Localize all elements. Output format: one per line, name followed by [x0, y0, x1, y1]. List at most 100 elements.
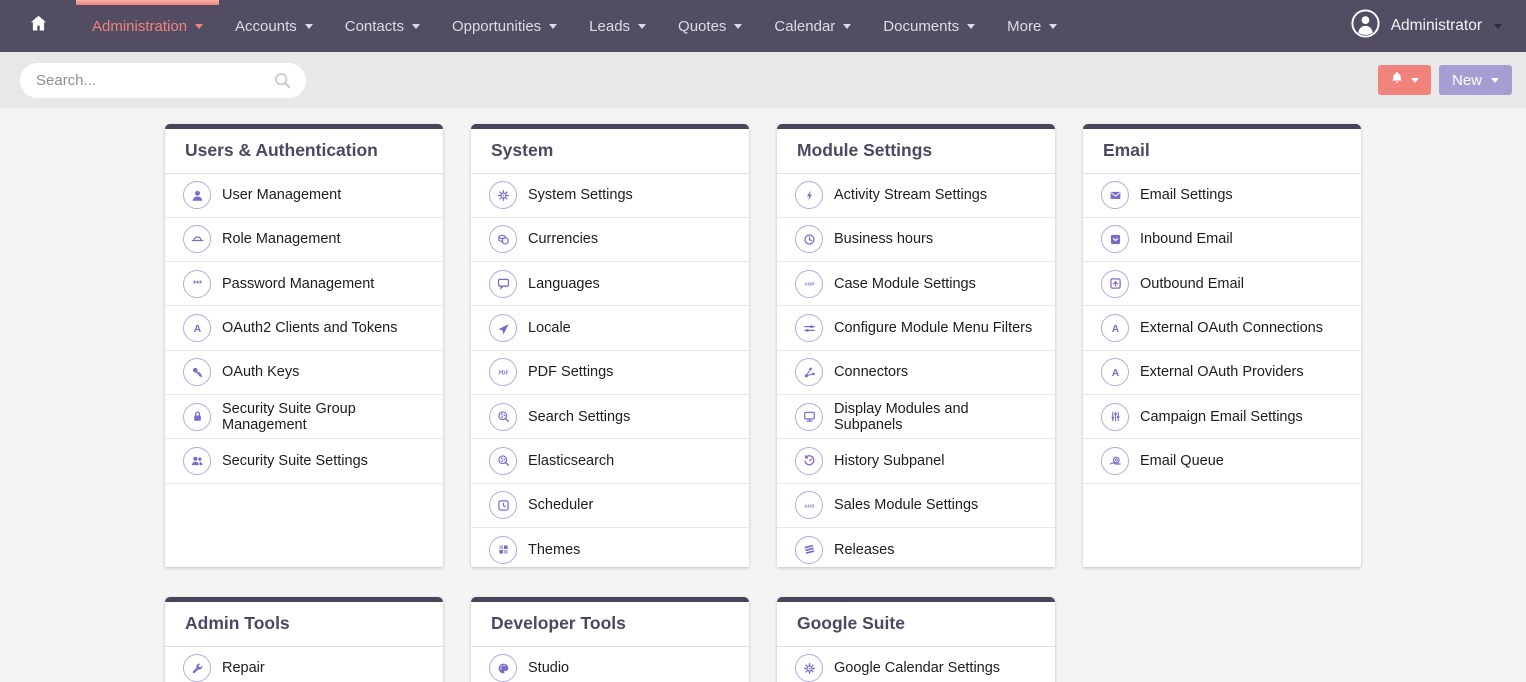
admin-link-system-settings[interactable]: System Settings: [471, 174, 749, 218]
admin-link-label: Display Modules and Subpanels: [834, 401, 1037, 433]
home-button[interactable]: [0, 0, 76, 52]
bell-icon: [1389, 70, 1405, 90]
nav-item-accounts[interactable]: Accounts: [219, 0, 329, 52]
admin-link-label: Sales Module Settings: [834, 497, 978, 513]
share-nodes-icon: [795, 358, 823, 386]
admin-link-business-hours[interactable]: Business hours: [777, 218, 1055, 262]
admin-link-label: Configure Module Menu Filters: [834, 320, 1032, 336]
sliders-horizontal-icon: [795, 314, 823, 342]
nav-item-calendar[interactable]: Calendar: [758, 0, 867, 52]
admin-link-label: Activity Stream Settings: [834, 187, 987, 203]
admin-link-password-management[interactable]: *** Password Management: [165, 262, 443, 306]
admin-link-label: Case Module Settings: [834, 276, 976, 292]
admin-link-security-suite-settings[interactable]: Security Suite Settings: [165, 439, 443, 483]
admin-link-currencies[interactable]: Currencies: [471, 218, 749, 262]
admin-link-campaign-email-settings[interactable]: Campaign Email Settings: [1083, 395, 1361, 439]
user-icon: [183, 181, 211, 209]
nav-item-leads[interactable]: Leads: [573, 0, 662, 52]
admin-link-label: Repair: [222, 660, 265, 676]
admin-link-external-oauth-providers[interactable]: AExternal OAuth Providers: [1083, 351, 1361, 395]
nav-item-documents[interactable]: Documents: [867, 0, 991, 52]
user-group-icon: [183, 447, 211, 475]
svg-text:A: A: [1111, 324, 1119, 335]
panel-grid-row-2: Admin ToolsRepairDeveloper ToolsStudioGo…: [165, 597, 1526, 682]
search-input[interactable]: [20, 63, 306, 98]
panel-grid-row-1: Users & AuthenticationUser ManagementRol…: [165, 124, 1526, 567]
new-button[interactable]: New: [1439, 65, 1512, 95]
clock-icon: [795, 225, 823, 253]
nav-item-opportunities[interactable]: Opportunities: [436, 0, 573, 52]
theme-squares-icon: [489, 536, 517, 564]
admin-link-label: Outbound Email: [1140, 276, 1244, 292]
admin-link-label: Studio: [528, 660, 569, 676]
admin-link-inbound-email[interactable]: Inbound Email: [1083, 218, 1361, 262]
palette-icon: [489, 654, 517, 682]
admin-link-oauth2-clients-and-tokens[interactable]: AOAuth2 Clients and Tokens: [165, 306, 443, 350]
nav-item-more[interactable]: More: [991, 0, 1073, 52]
gear-icon: [489, 181, 517, 209]
admin-link-configure-module-menu-filters[interactable]: Configure Module Menu Filters: [777, 306, 1055, 350]
admin-link-activity-stream-settings[interactable]: Activity Stream Settings: [777, 174, 1055, 218]
admin-link-scheduler[interactable]: Scheduler: [471, 484, 749, 528]
admin-link-label: Email Settings: [1140, 187, 1233, 203]
admin-link-label: Business hours: [834, 231, 933, 247]
admin-link-security-suite-group-management[interactable]: Security Suite Group Management: [165, 395, 443, 439]
notifications-button[interactable]: [1378, 65, 1431, 95]
nav-item-label: Accounts: [235, 18, 297, 35]
svg-text:***: ***: [192, 280, 202, 289]
home-icon: [28, 13, 49, 39]
admin-link-search-settings[interactable]: Search Settings: [471, 395, 749, 439]
admin-link-history-subpanel[interactable]: History Subpanel: [777, 439, 1055, 483]
admin-link-email-queue[interactable]: Email Queue: [1083, 439, 1361, 483]
chevron-down-icon: [549, 24, 557, 29]
panel-module-settings: Module SettingsActivity Stream SettingsB…: [777, 124, 1055, 567]
svg-text:AOP: AOP: [804, 282, 814, 287]
admin-link-user-management[interactable]: User Management: [165, 174, 443, 218]
admin-link-label: OAuth Keys: [222, 364, 299, 380]
padlock-icon: [183, 403, 211, 431]
chevron-down-icon: [1049, 24, 1057, 29]
nav-menu: Administration Accounts ContactsOpportunit…: [76, 0, 1073, 52]
admin-link-label: Password Management: [222, 276, 374, 292]
chevron-down-icon: [1491, 78, 1499, 83]
search-box: [20, 63, 306, 98]
admin-link-languages[interactable]: Languages: [471, 262, 749, 306]
admin-link-releases[interactable]: Releases: [777, 528, 1055, 567]
admin-link-role-management[interactable]: Role Management: [165, 218, 443, 262]
admin-link-label: Languages: [528, 276, 600, 292]
svg-text:PDF: PDF: [498, 370, 508, 376]
chevron-down-icon: [734, 24, 742, 29]
envelope-inbound-icon: [1101, 225, 1129, 253]
nav-item-contacts[interactable]: Contacts: [329, 0, 436, 52]
admin-link-elasticsearch[interactable]: Elasticsearch: [471, 439, 749, 483]
nav-item-label: Documents: [883, 18, 959, 35]
nav-item-administration[interactable]: Administration: [76, 0, 219, 52]
search-icon[interactable]: [272, 70, 293, 96]
nav-item-quotes[interactable]: Quotes: [662, 0, 758, 52]
admin-link-external-oauth-connections[interactable]: AExternal OAuth Connections: [1083, 306, 1361, 350]
admin-link-google-calendar-settings[interactable]: Google Calendar Settings: [777, 647, 1055, 682]
admin-panels-area: Users & AuthenticationUser ManagementRol…: [0, 108, 1526, 682]
new-button-label: New: [1452, 72, 1482, 89]
admin-link-case-module-settings[interactable]: AOP Case Module Settings: [777, 262, 1055, 306]
admin-link-oauth-keys[interactable]: OAuth Keys: [165, 351, 443, 395]
admin-link-label: Inbound Email: [1140, 231, 1233, 247]
magnifier-grid-icon: [489, 403, 517, 431]
admin-link-connectors[interactable]: Connectors: [777, 351, 1055, 395]
admin-link-sales-module-settings[interactable]: AOSSales Module Settings: [777, 484, 1055, 528]
admin-link-pdf-settings[interactable]: PDFPDF Settings: [471, 351, 749, 395]
oauth-logo-icon: A: [1101, 358, 1129, 386]
envelope-icon: [1101, 181, 1129, 209]
user-menu[interactable]: Administrator: [1350, 0, 1526, 52]
admin-link-studio[interactable]: Studio: [471, 647, 749, 682]
admin-link-themes[interactable]: Themes: [471, 528, 749, 567]
admin-link-display-modules-and-subpanels[interactable]: Display Modules and Subpanels: [777, 395, 1055, 439]
admin-link-label: Google Calendar Settings: [834, 660, 1000, 676]
admin-link-repair[interactable]: Repair: [165, 647, 443, 682]
admin-link-locale[interactable]: Locale: [471, 306, 749, 350]
admin-link-email-settings[interactable]: Email Settings: [1083, 174, 1361, 218]
admin-link-label: Elasticsearch: [528, 453, 614, 469]
nav-item-label: Administration: [92, 18, 187, 35]
admin-link-outbound-email[interactable]: Outbound Email: [1083, 262, 1361, 306]
nav-item-label: Calendar: [774, 18, 835, 35]
